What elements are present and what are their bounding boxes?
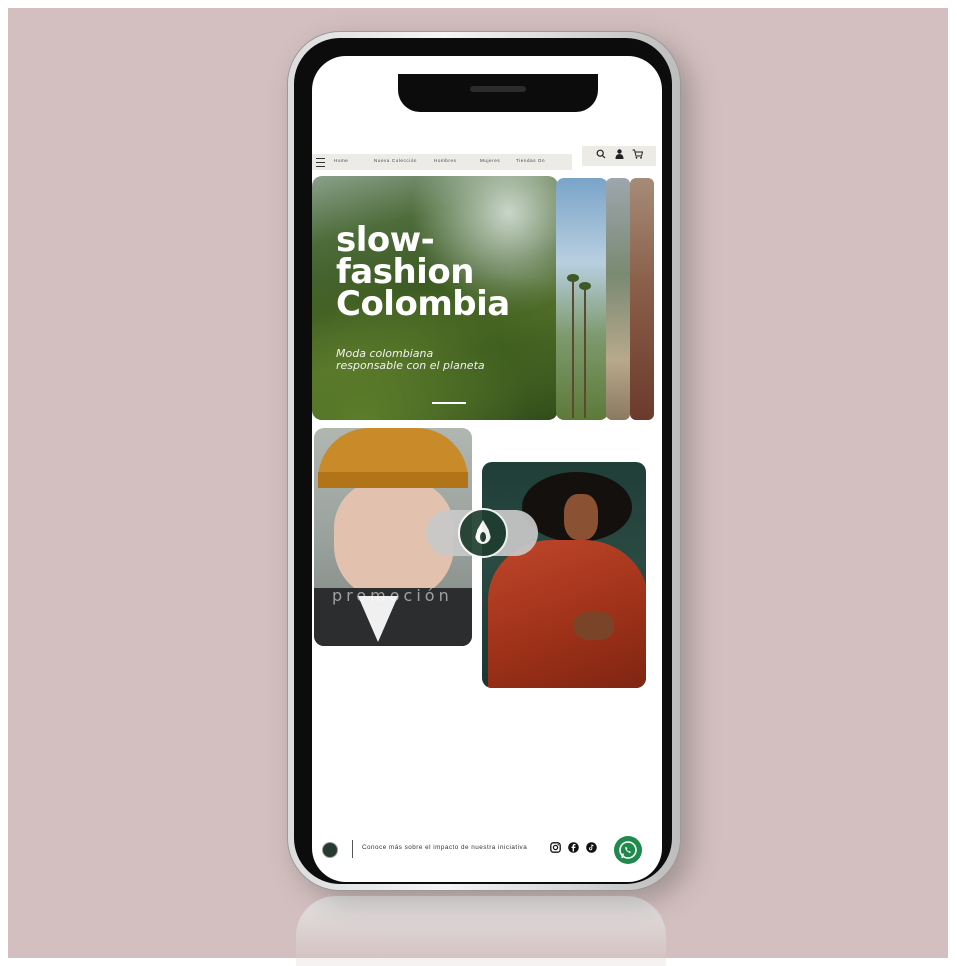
- notch: [398, 74, 598, 112]
- model-face: [564, 494, 598, 540]
- nav-tools: [582, 146, 656, 166]
- speaker: [470, 86, 526, 92]
- tiktok-icon[interactable]: [586, 842, 597, 853]
- nav-link-men[interactable]: Hombres: [434, 158, 456, 163]
- hamburger-menu-icon[interactable]: [316, 158, 325, 167]
- nav-bar: Home Nueva Colección Hombres Mujeres Tie…: [312, 154, 572, 170]
- carousel-card-river[interactable]: [606, 178, 630, 420]
- phone-bezel: Home Nueva Colección Hombres Mujeres Tie…: [294, 38, 672, 884]
- footer-dot[interactable]: [322, 842, 338, 858]
- nav-link-stores[interactable]: Tiendas On: [516, 158, 545, 163]
- phone-reflection: [296, 896, 666, 966]
- hero-banner[interactable]: slow- fashion Colombia Moda colombiana r…: [312, 176, 558, 420]
- hero-title: slow- fashion Colombia: [336, 223, 510, 324]
- promo-label: promoción: [332, 586, 453, 605]
- hero-subtitle-line-2: responsable con el planeta: [336, 359, 485, 372]
- cart-icon[interactable]: [632, 149, 643, 159]
- red-jacket: [488, 540, 646, 688]
- carousel-indicator[interactable]: [432, 402, 466, 404]
- flame-inner: [480, 532, 486, 542]
- hero-subtitle: Moda colombiana responsable con el plane…: [336, 348, 536, 372]
- whatsapp-icon: [619, 841, 637, 859]
- facebook-icon[interactable]: [568, 842, 579, 853]
- palm-trunk: [584, 286, 586, 418]
- nav-link-new-collection[interactable]: Nueva Colección: [374, 158, 417, 163]
- top-navigation: Home Nueva Colección Hombres Mujeres Tie…: [312, 146, 662, 170]
- carousel-card-canyon[interactable]: [630, 178, 654, 420]
- palm-trunk: [572, 278, 574, 418]
- beanie-band: [318, 472, 468, 488]
- phone-screen: Home Nueva Colección Hombres Mujeres Tie…: [312, 56, 662, 882]
- footer-text[interactable]: Conoce más sobre el impacto de nuestra i…: [362, 844, 527, 851]
- whatsapp-button[interactable]: [614, 836, 642, 864]
- instagram-icon[interactable]: [550, 842, 561, 853]
- palm-crown: [567, 274, 579, 282]
- toggle-knob[interactable]: [458, 508, 508, 558]
- nav-link-women[interactable]: Mujeres: [480, 158, 500, 163]
- carousel-card-palms[interactable]: [556, 178, 608, 420]
- palm-crown: [579, 282, 591, 290]
- user-icon[interactable]: [615, 149, 624, 159]
- nav-link-home[interactable]: Home: [334, 158, 348, 163]
- footer-bar: Conoce más sobre el impacto de nuestra i…: [312, 836, 662, 872]
- phone-frame: Home Nueva Colección Hombres Mujeres Tie…: [288, 32, 680, 890]
- footer-divider: [352, 840, 353, 858]
- model-hand: [574, 612, 614, 640]
- hot-deals-toggle[interactable]: [426, 508, 538, 558]
- promo-card-woman[interactable]: [482, 462, 646, 688]
- hero-title-line-3: Colombia: [336, 284, 510, 324]
- search-icon[interactable]: [596, 149, 606, 159]
